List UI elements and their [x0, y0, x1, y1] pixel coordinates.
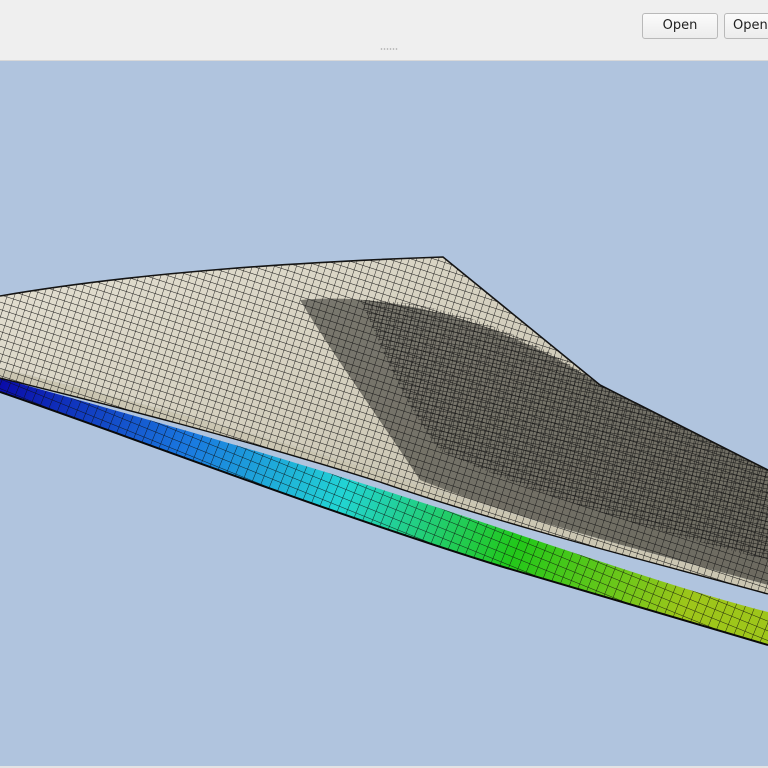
splitter-handle[interactable]	[380, 48, 398, 50]
toolbar: Open Open	[0, 0, 768, 61]
open-button[interactable]: Open	[642, 13, 718, 39]
open-secondary-button[interactable]: Open	[724, 13, 768, 39]
3d-viewport[interactable]	[0, 61, 768, 766]
wing-mesh-render	[0, 256, 768, 646]
